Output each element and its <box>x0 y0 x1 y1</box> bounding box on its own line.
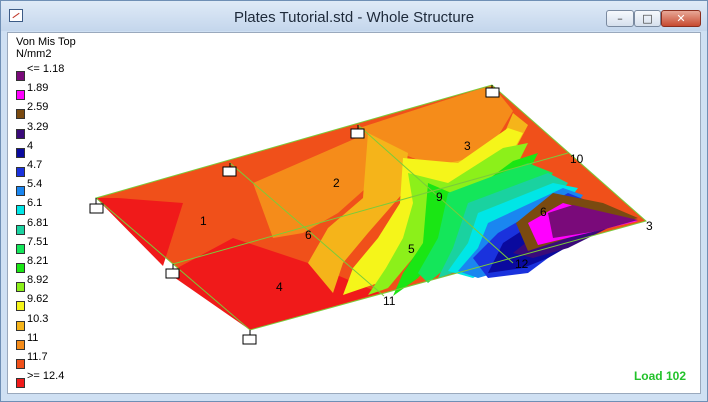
legend-swatch <box>16 167 25 177</box>
node-label-10: 10 <box>570 152 584 166</box>
legend-swatch <box>16 224 25 235</box>
plate-label-4: 4 <box>276 280 283 294</box>
minimize-button[interactable]: – <box>606 10 634 27</box>
load-case-label: Load 102 <box>633 369 686 383</box>
legend-value: 11 <box>27 331 39 344</box>
contour-bands <box>96 85 646 330</box>
legend-swatch <box>16 205 25 216</box>
legend-value: 1.89 <box>27 82 49 95</box>
structure-viewport[interactable]: 1 2 3 4 5 6 6 9 10 11 12 3 Von Mis Top N… <box>7 32 701 394</box>
maximize-button[interactable]: □ <box>634 10 661 27</box>
legend-swatch <box>16 186 25 197</box>
legend-value: 4 <box>27 139 34 152</box>
node-label-9: 9 <box>436 190 443 204</box>
plate-label-3: 3 <box>464 139 471 153</box>
node-label-11: 11 <box>383 294 396 308</box>
legend-value: 10.3 <box>27 312 49 325</box>
window-title: Plates Tutorial.std - Whole Structure <box>233 9 475 26</box>
legend-value: 8.21 <box>27 255 49 267</box>
legend-swatch <box>16 378 25 389</box>
plate-stress-contour-view[interactable]: 1 2 3 4 5 6 6 9 10 11 12 3 <box>8 33 700 393</box>
legend-swatch <box>16 243 25 254</box>
node-label-6: 6 <box>305 228 312 242</box>
legend-value: 11.7 <box>27 351 48 363</box>
legend-swatch <box>16 320 25 331</box>
plate-label-1: 1 <box>200 214 207 228</box>
legend-swatch <box>16 359 25 369</box>
legend-unit: N/mm2 <box>16 48 52 60</box>
legend-value: 6.81 <box>27 216 49 229</box>
legend-value: 8.92 <box>27 274 49 287</box>
legend-swatch <box>16 147 25 158</box>
legend-swatch <box>16 263 25 273</box>
node-label-3: 3 <box>646 219 653 233</box>
legend-swatch <box>16 109 25 120</box>
legend-value: 2.59 <box>27 101 49 114</box>
legend-swatch <box>16 339 25 350</box>
legend-value: 7.51 <box>27 235 49 248</box>
legend-swatch <box>16 90 25 101</box>
legend-value: <= 1.18 <box>27 63 65 75</box>
legend-title: Von Mis Top <box>16 36 76 48</box>
legend-swatch <box>16 128 25 139</box>
legend-swatch <box>16 282 25 293</box>
app-window: Plates Tutorial.std - Whole Structure – … <box>0 0 708 402</box>
legend-value: >= 12.4 <box>27 370 65 383</box>
legend-value: 6.1 <box>27 197 43 210</box>
legend-value: 9.62 <box>27 293 49 306</box>
legend-swatch <box>16 301 25 312</box>
close-button[interactable]: ✕ <box>661 10 701 27</box>
legend-value: 3.29 <box>27 120 49 133</box>
plate-label-2: 2 <box>333 176 340 190</box>
title-bar[interactable]: Plates Tutorial.std - Whole Structure – … <box>1 1 707 31</box>
legend-swatch <box>16 71 25 81</box>
plate-label-6: 6 <box>540 205 547 219</box>
legend-value: 5.4 <box>27 178 43 191</box>
plate-label-5: 5 <box>408 242 415 256</box>
legend-value: 4.7 <box>27 159 43 171</box>
node-label-12: 12 <box>515 257 529 271</box>
